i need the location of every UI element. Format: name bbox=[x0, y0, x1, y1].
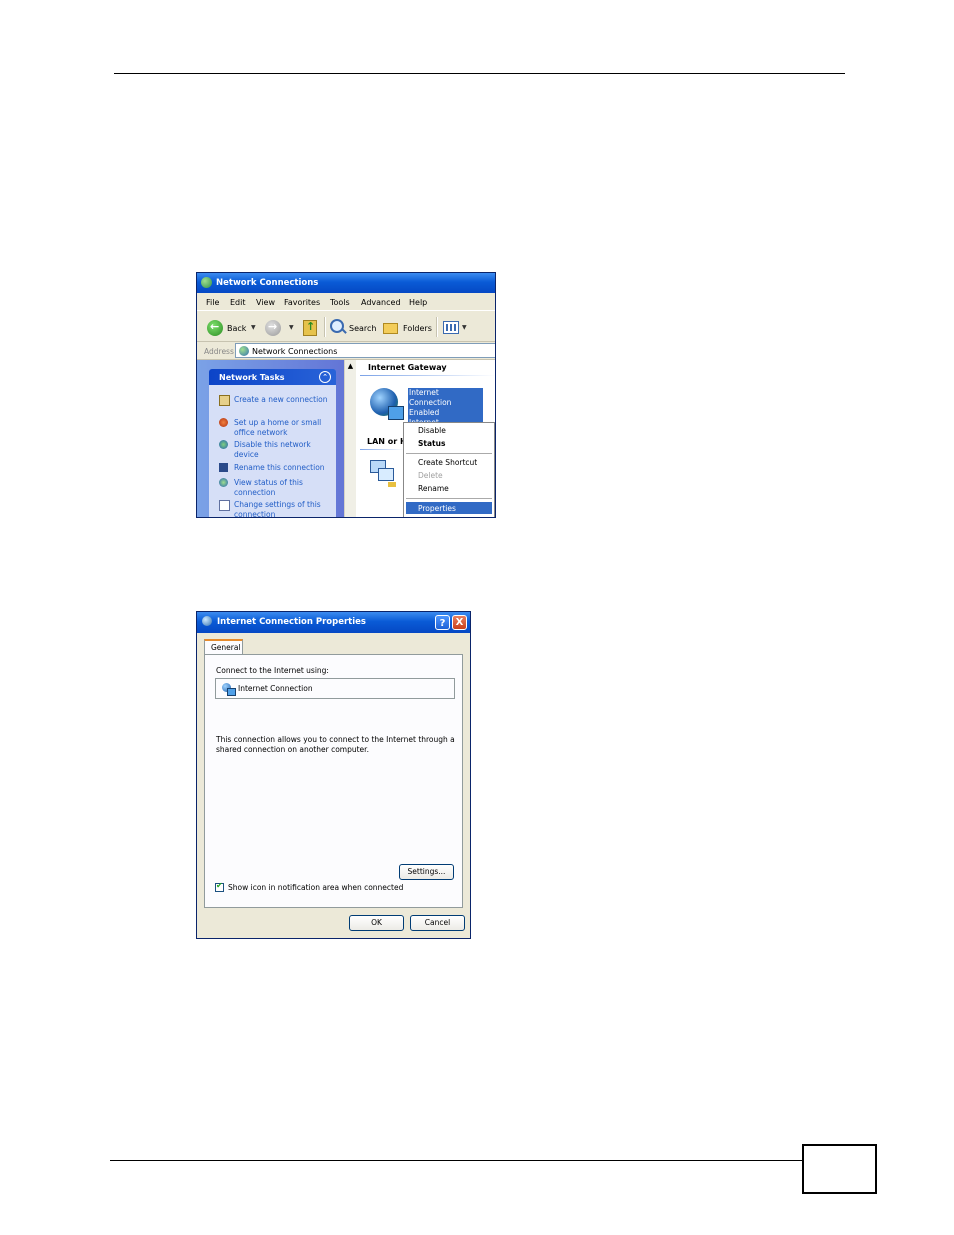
menu-bar: File Edit View Favorites Tools Advanced … bbox=[197, 295, 495, 309]
connection-status: Enabled bbox=[409, 408, 440, 417]
window-title: Network Connections bbox=[216, 278, 319, 288]
task-label[interactable]: Create a new connection bbox=[234, 395, 334, 405]
dialog-title-bar[interactable]: Internet Connection Properties ? X bbox=[197, 612, 470, 633]
context-menu: Disable Status Create Shortcut Delete Re… bbox=[403, 422, 495, 517]
network-tasks-header[interactable]: Network Tasks ⌃ bbox=[209, 369, 336, 385]
menu-item-properties-label: Properties bbox=[418, 504, 456, 513]
menu-edit[interactable]: Edit bbox=[230, 298, 246, 307]
settings-button[interactable]: Settings... bbox=[399, 864, 454, 880]
back-button[interactable]: Back bbox=[227, 324, 246, 333]
connection-device-name: Internet Connection bbox=[238, 684, 313, 693]
menu-favorites[interactable]: Favorites bbox=[284, 298, 320, 307]
folders-icon[interactable] bbox=[383, 323, 398, 334]
page-header-rule bbox=[114, 73, 845, 74]
ok-button[interactable]: OK bbox=[349, 915, 404, 931]
back-dropdown-icon[interactable]: ▼ bbox=[251, 324, 256, 331]
back-arrow-icon[interactable] bbox=[207, 320, 223, 336]
connection-description: This connection allows you to connect to… bbox=[216, 735, 455, 754]
page-number-box bbox=[802, 1144, 877, 1194]
menu-tools[interactable]: Tools bbox=[330, 298, 350, 307]
home-network-icon bbox=[219, 418, 228, 427]
close-button[interactable]: X bbox=[452, 615, 467, 630]
network-connections-icon bbox=[239, 346, 249, 356]
views-dropdown-icon[interactable]: ▼ bbox=[462, 324, 467, 331]
settings-icon bbox=[219, 500, 230, 511]
menu-separator bbox=[406, 498, 492, 499]
group-lan: LAN or H bbox=[367, 437, 407, 446]
tab-general[interactable]: General bbox=[204, 639, 243, 654]
internet-gateway-icon bbox=[370, 388, 404, 420]
menu-item-disable[interactable]: Disable bbox=[418, 426, 446, 435]
views-icon[interactable] bbox=[443, 321, 459, 334]
address-bar: Address Network Connections bbox=[197, 342, 495, 360]
task-label[interactable]: Change settings of this connection bbox=[234, 500, 334, 517]
tab-general-label: General bbox=[211, 643, 241, 652]
menu-help[interactable]: Help bbox=[409, 298, 427, 307]
toolbar-separator bbox=[324, 317, 326, 337]
task-label[interactable]: View status of this connection bbox=[234, 478, 334, 497]
help-button[interactable]: ? bbox=[435, 615, 450, 630]
forward-arrow-icon[interactable] bbox=[265, 320, 281, 336]
address-field[interactable]: Network Connections bbox=[235, 343, 495, 358]
connection-name: Internet Connection bbox=[409, 388, 452, 407]
menu-advanced[interactable]: Advanced bbox=[361, 298, 401, 307]
disable-device-icon bbox=[219, 440, 228, 449]
task-pane: Network Tasks ⌃ Create a new connection … bbox=[197, 360, 344, 517]
menu-view[interactable]: View bbox=[256, 298, 275, 307]
internet-connection-icon bbox=[222, 683, 236, 696]
connection-device-box: Internet Connection bbox=[215, 678, 455, 699]
menu-item-status[interactable]: Status bbox=[418, 439, 445, 448]
dialog-title: Internet Connection Properties bbox=[217, 617, 366, 627]
plug-icon bbox=[388, 482, 396, 487]
network-tasks-title: Network Tasks bbox=[219, 373, 285, 382]
task-label[interactable]: Set up a home or small office network bbox=[234, 418, 334, 437]
toolbar: Back ▼ ▼ Search Folders ▼ bbox=[197, 310, 495, 342]
new-connection-icon bbox=[219, 395, 230, 406]
group-divider bbox=[360, 375, 495, 376]
scroll-up-icon[interactable]: ▲ bbox=[346, 362, 355, 371]
group-internet-gateway: Internet Gateway bbox=[368, 363, 447, 372]
folders-button[interactable]: Folders bbox=[403, 324, 432, 333]
network-connections-icon bbox=[201, 277, 212, 288]
network-tasks-list: Create a new connection Set up a home or… bbox=[209, 385, 336, 517]
status-icon bbox=[219, 478, 228, 487]
up-folder-icon[interactable] bbox=[303, 320, 317, 336]
menu-item-properties[interactable]: Properties bbox=[406, 502, 492, 514]
title-bar[interactable]: Network Connections bbox=[197, 273, 495, 293]
address-value: Network Connections bbox=[252, 347, 338, 356]
menu-file[interactable]: File bbox=[206, 298, 219, 307]
task-label[interactable]: Rename this connection bbox=[234, 463, 334, 473]
group-divider bbox=[360, 449, 404, 450]
monitor-icon bbox=[378, 468, 394, 481]
toolbar-separator bbox=[436, 317, 438, 337]
search-icon[interactable] bbox=[330, 319, 344, 333]
network-connections-window: Network Connections File Edit View Favor… bbox=[196, 272, 496, 518]
task-label[interactable]: Disable this network device bbox=[234, 440, 334, 459]
lan-connection-icon[interactable] bbox=[370, 460, 396, 487]
page-footer-rule bbox=[110, 1160, 802, 1161]
internet-connection-icon bbox=[202, 616, 213, 628]
general-tab-panel: Connect to the Internet using: Internet … bbox=[204, 654, 463, 908]
forward-dropdown-icon[interactable]: ▼ bbox=[289, 324, 294, 331]
show-icon-label[interactable]: Show icon in notification area when conn… bbox=[228, 883, 403, 892]
search-button[interactable]: Search bbox=[349, 324, 376, 333]
menu-item-rename[interactable]: Rename bbox=[418, 484, 449, 493]
collapse-chevron-icon[interactable]: ⌃ bbox=[319, 371, 331, 383]
internet-connection-properties-dialog: Internet Connection Properties ? X Gener… bbox=[196, 611, 471, 939]
connect-using-label: Connect to the Internet using: bbox=[216, 666, 329, 675]
cancel-button[interactable]: Cancel bbox=[410, 915, 465, 931]
menu-separator bbox=[406, 453, 492, 454]
address-label: Address bbox=[204, 347, 234, 356]
menu-item-delete: Delete bbox=[418, 471, 443, 480]
rename-icon bbox=[219, 463, 228, 472]
show-icon-checkbox[interactable] bbox=[215, 881, 224, 892]
menu-item-create-shortcut[interactable]: Create Shortcut bbox=[418, 458, 477, 467]
